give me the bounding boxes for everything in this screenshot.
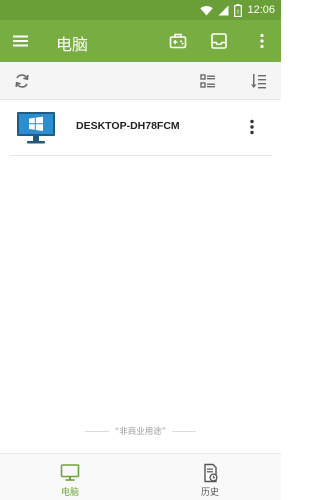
status-time: 12:06 <box>247 4 275 16</box>
device-name: DESKTOP-DH78FCM <box>76 120 180 132</box>
bottom-nav: 电脑 历史 <box>0 453 281 500</box>
battery-icon: ! <box>234 3 243 17</box>
tab-computer-label: 电脑 <box>60 488 79 498</box>
device-list-item[interactable]: DESKTOP-DH78FCM <box>0 102 281 154</box>
inbox-icon[interactable] <box>209 31 229 51</box>
divider-line-right <box>172 430 197 432</box>
non-commercial-note: “非商业用途” <box>0 424 281 438</box>
menu-icon[interactable] <box>12 32 30 50</box>
list-view-icon[interactable] <box>199 72 217 90</box>
tab-history[interactable]: 历史 <box>140 454 280 500</box>
windows-monitor-icon <box>17 112 55 144</box>
toolbar <box>0 62 281 100</box>
refresh-icon[interactable] <box>13 72 31 90</box>
game-controller-icon[interactable] <box>168 31 188 51</box>
more-vert-icon[interactable] <box>252 31 272 51</box>
svg-text:!: ! <box>237 10 239 16</box>
page-title: 电脑 <box>56 35 89 54</box>
tab-history-label: 历史 <box>200 488 219 498</box>
monitor-icon <box>60 464 80 481</box>
history-document-icon <box>204 463 218 483</box>
tab-computer[interactable]: 电脑 <box>0 454 140 500</box>
status-bar: ! 12:06 <box>0 0 281 20</box>
device-more-icon[interactable] <box>245 118 259 136</box>
wifi-icon <box>200 5 214 15</box>
divider <box>10 155 272 156</box>
sort-icon[interactable] <box>250 72 268 90</box>
divider-line-left <box>84 430 109 432</box>
footnote-text: “非商业用途” <box>114 427 167 437</box>
app-bar: 电脑 <box>0 20 281 62</box>
signal-icon <box>218 5 229 15</box>
